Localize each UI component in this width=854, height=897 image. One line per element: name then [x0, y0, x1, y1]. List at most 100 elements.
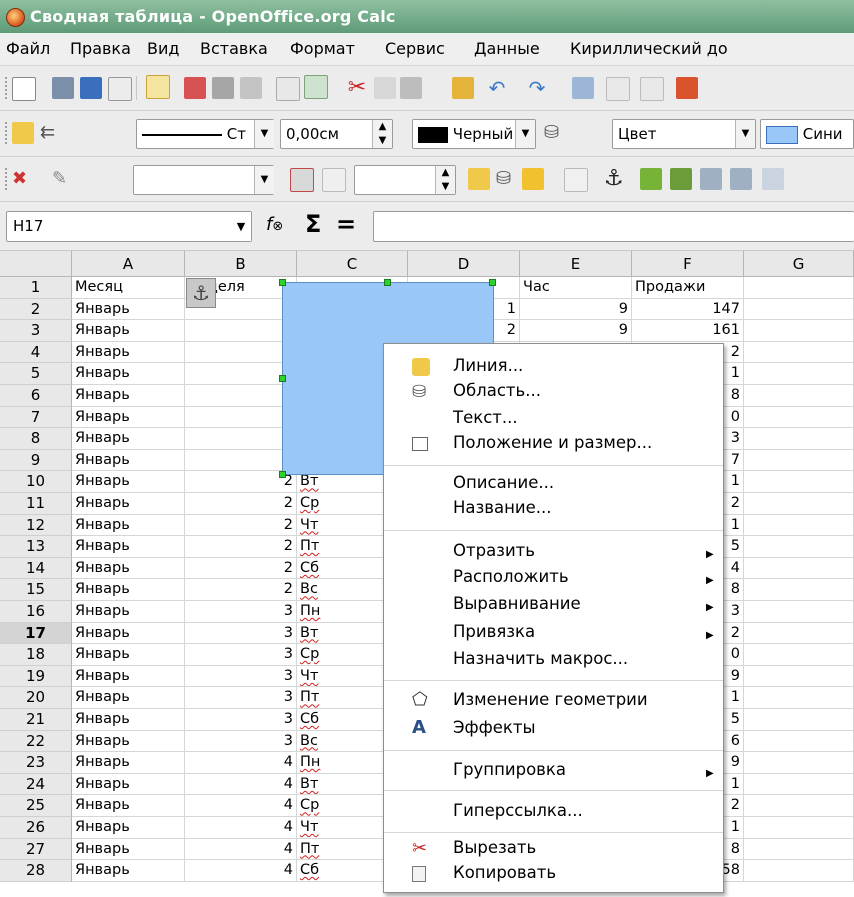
row-header[interactable]: 14: [0, 557, 72, 580]
table-cell[interactable]: [744, 860, 854, 882]
table-cell[interactable]: [744, 709, 854, 731]
area-color-select[interactable]: Сини: [760, 119, 854, 149]
area-icon[interactable]: ⛁: [544, 122, 566, 144]
menu-item-flip[interactable]: Отразить: [453, 541, 535, 560]
transparency-spin-icon[interactable]: ▲ ▼: [435, 166, 455, 194]
line-icon[interactable]: [468, 168, 490, 190]
row-header[interactable]: 25: [0, 795, 72, 817]
table-cell[interactable]: Январь: [72, 320, 185, 342]
menu-tools[interactable]: Сервис: [385, 33, 445, 65]
to-foreground-icon[interactable]: [730, 168, 752, 190]
menu-item-text[interactable]: Текст...: [453, 408, 518, 427]
line-properties-icon[interactable]: [12, 122, 34, 144]
opacity-icon[interactable]: [322, 168, 346, 192]
table-cell[interactable]: Январь: [72, 557, 185, 580]
table-cell[interactable]: Январь: [72, 363, 185, 385]
table-cell[interactable]: 9: [520, 320, 632, 342]
table-cell[interactable]: 3: [185, 644, 297, 666]
row-header[interactable]: 5: [0, 363, 72, 385]
new-document-icon[interactable]: [12, 77, 36, 101]
column-header-e[interactable]: E: [520, 251, 632, 277]
draw-function-icon[interactable]: ✎: [52, 168, 74, 190]
menu-item-cut[interactable]: Вырезать: [453, 838, 536, 857]
table-cell[interactable]: [744, 795, 854, 817]
row-header[interactable]: 7: [0, 406, 72, 429]
print-icon[interactable]: [212, 77, 234, 99]
table-cell[interactable]: Месяц: [72, 277, 185, 299]
sort-ascending-icon[interactable]: [606, 77, 630, 101]
name-box-dropdown-icon[interactable]: ▼: [231, 212, 251, 241]
row-header[interactable]: 18: [0, 644, 72, 666]
table-cell[interactable]: [744, 622, 854, 645]
row-header[interactable]: 21: [0, 709, 72, 731]
table-cell[interactable]: Январь: [72, 752, 185, 774]
table-cell[interactable]: Январь: [72, 730, 185, 753]
column-header-b[interactable]: B: [185, 251, 297, 277]
area-style-dropdown-icon[interactable]: ▼: [735, 120, 755, 148]
table-cell[interactable]: Час: [520, 277, 632, 299]
menu-cyrillic[interactable]: Кириллический до: [570, 33, 728, 65]
table-cell[interactable]: [744, 817, 854, 839]
table-cell[interactable]: 4: [185, 773, 297, 796]
select-all-corner[interactable]: [0, 251, 72, 277]
table-cell[interactable]: [185, 320, 297, 342]
menu-item-position-size[interactable]: Положение и размер...: [453, 433, 652, 452]
menu-item-effects[interactable]: Эффекты: [453, 718, 536, 737]
table-cell[interactable]: [185, 428, 297, 450]
menu-insert[interactable]: Вставка: [200, 33, 268, 65]
row-header[interactable]: 27: [0, 838, 72, 861]
table-cell[interactable]: Январь: [72, 471, 185, 493]
table-cell[interactable]: Январь: [72, 622, 185, 645]
row-header[interactable]: 22: [0, 730, 72, 753]
arrow-style-icon[interactable]: ⇇: [40, 122, 62, 144]
menu-item-name[interactable]: Название...: [453, 498, 552, 517]
copy-icon[interactable]: [374, 77, 396, 99]
row-header[interactable]: 17: [0, 622, 72, 645]
function-wizard-icon[interactable]: f⊗: [266, 214, 283, 235]
table-cell[interactable]: Январь: [72, 665, 185, 688]
row-header[interactable]: 4: [0, 341, 72, 364]
table-cell[interactable]: Январь: [72, 601, 185, 623]
table-cell[interactable]: [744, 601, 854, 623]
table-cell[interactable]: Январь: [72, 449, 185, 472]
menu-view[interactable]: Вид: [147, 33, 179, 65]
row-header[interactable]: 8: [0, 428, 72, 450]
email-icon[interactable]: [108, 77, 132, 101]
area-fill-icon[interactable]: ⛁: [496, 168, 518, 190]
table-cell[interactable]: 2: [185, 514, 297, 537]
row-header[interactable]: 24: [0, 773, 72, 796]
toolbar-grip[interactable]: [4, 121, 8, 145]
toolbar-grip[interactable]: [4, 167, 8, 191]
row-header[interactable]: 19: [0, 665, 72, 688]
table-cell[interactable]: 3: [185, 730, 297, 753]
table-cell[interactable]: [744, 385, 854, 407]
row-header[interactable]: 6: [0, 385, 72, 407]
table-cell[interactable]: Январь: [72, 773, 185, 796]
table-cell[interactable]: [744, 471, 854, 493]
table-cell[interactable]: 2: [185, 536, 297, 558]
alignment-icon[interactable]: [762, 168, 784, 190]
table-cell[interactable]: [185, 449, 297, 472]
menu-item-anchor[interactable]: Привязка: [453, 622, 535, 641]
table-cell[interactable]: Январь: [72, 709, 185, 731]
table-cell[interactable]: 3: [185, 665, 297, 688]
table-cell[interactable]: Январь: [72, 687, 185, 709]
resize-handle-top-left[interactable]: [279, 279, 286, 286]
edit-file-icon[interactable]: [146, 75, 170, 99]
menu-item-hyperlink[interactable]: Гиперссылка...: [453, 801, 583, 820]
sort-descending-icon[interactable]: [640, 77, 664, 101]
row-header[interactable]: 23: [0, 752, 72, 774]
menu-data[interactable]: Данные: [474, 33, 540, 65]
line-color-dropdown-icon[interactable]: ▼: [515, 120, 535, 148]
table-cell[interactable]: 3: [185, 622, 297, 645]
table-cell[interactable]: [744, 730, 854, 753]
table-cell[interactable]: 4: [185, 795, 297, 817]
table-cell[interactable]: Январь: [72, 795, 185, 817]
table-cell[interactable]: Январь: [72, 536, 185, 558]
paste-icon[interactable]: [400, 77, 422, 99]
table-cell[interactable]: 2: [185, 579, 297, 601]
column-header-d[interactable]: D: [408, 251, 520, 277]
table-cell[interactable]: Январь: [72, 493, 185, 515]
menu-item-line[interactable]: Линия...: [453, 356, 523, 375]
table-cell[interactable]: [744, 514, 854, 537]
